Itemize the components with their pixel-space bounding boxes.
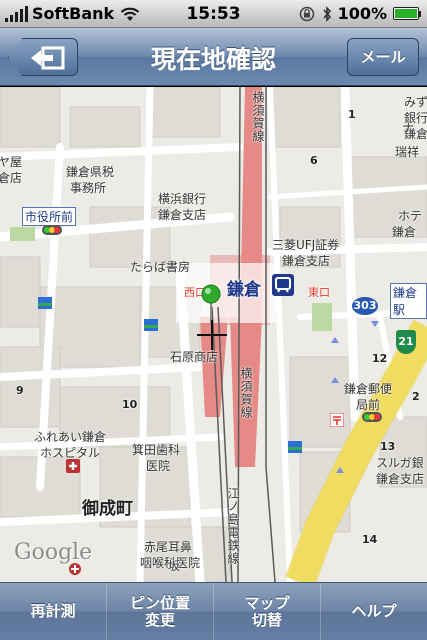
map-label: スルガ銀 bbox=[376, 456, 424, 470]
remeasure-button[interactable]: 再計測 bbox=[0, 583, 106, 640]
toolbar-label: 再計測 bbox=[30, 602, 76, 620]
map-label: たらば書房 bbox=[130, 260, 191, 274]
map-view[interactable]: ヤ屋 倉店 鎌倉県税 事務所 横浜銀行 鎌倉支店 三菱UFJ証券 鎌倉支店 たら… bbox=[0, 87, 427, 582]
block-number: 9 bbox=[16, 384, 24, 397]
jr-station-icon bbox=[272, 274, 294, 296]
convenience-store-icon bbox=[288, 441, 302, 453]
route-303-sign: 303 bbox=[352, 297, 378, 315]
map-label: 鎌倉支店 bbox=[158, 208, 207, 222]
help-button[interactable]: ヘルプ bbox=[320, 583, 427, 640]
rail-label-enoden: 江ノ島電鉄線 bbox=[226, 487, 240, 565]
map-label: ふれあい鎌倉 bbox=[34, 430, 107, 444]
battery-percent: 100% bbox=[337, 4, 387, 23]
east-exit-label: 東口 bbox=[308, 286, 330, 299]
block-number: 1 bbox=[348, 108, 356, 121]
map-label: 事務所 bbox=[70, 181, 107, 195]
map-label: みず bbox=[404, 95, 427, 109]
traffic-light-icon bbox=[362, 412, 382, 422]
map-label: 瑞祥 bbox=[395, 145, 420, 159]
map-label: 三菱UFJ証券 bbox=[272, 238, 340, 252]
mail-button[interactable]: メール bbox=[347, 38, 419, 76]
block-number: 2 bbox=[412, 390, 420, 403]
map-label: 石原商店 bbox=[170, 350, 219, 364]
toolbar-label: ヘルプ bbox=[351, 602, 397, 620]
battery-fill bbox=[395, 9, 417, 18]
rotation-lock-icon bbox=[299, 6, 314, 21]
toolbar-label: ピン位置 bbox=[129, 593, 190, 612]
route-21-sign: 21 bbox=[396, 330, 416, 354]
map-label: 局前 bbox=[356, 398, 381, 412]
map-label: 鎌倉県税 bbox=[66, 165, 115, 179]
block-number: 12 bbox=[372, 352, 388, 365]
map-label: 鎌倉支店 bbox=[376, 472, 425, 486]
map-label: 鎌倉 bbox=[392, 225, 417, 239]
map-label-onarimachi: 御成町 bbox=[82, 499, 133, 519]
switch-map-button[interactable]: マップ 切替 bbox=[213, 583, 320, 640]
hospital-icon bbox=[66, 459, 80, 473]
map-label-box: 鎌倉駅 bbox=[390, 283, 427, 319]
status-bar: SoftBank 15:53 100% bbox=[0, 0, 427, 28]
map-label: ナ bbox=[402, 121, 415, 135]
map-label: 箕田歯科 bbox=[132, 443, 181, 457]
block-number: 14 bbox=[362, 533, 378, 546]
navigation-bar: 現在地確認 メール bbox=[0, 28, 427, 86]
toolbar-label: マップ bbox=[244, 593, 290, 612]
map-label: 鎌倉郵便 bbox=[344, 382, 393, 396]
google-logo: Google bbox=[14, 540, 93, 565]
block-number: 13 bbox=[380, 440, 396, 453]
post-office-icon bbox=[330, 413, 344, 427]
bottom-toolbar: 再計測 ピン位置 変更 マップ 切替 ヘルプ bbox=[0, 582, 427, 640]
station-label: 鎌倉 bbox=[227, 280, 261, 300]
location-pin-icon[interactable] bbox=[200, 284, 222, 324]
rail-label-yokosuka-top: 横須賀線 bbox=[251, 91, 265, 143]
bluetooth-icon bbox=[322, 5, 331, 22]
map-label: 医院 bbox=[146, 459, 171, 473]
rail-label-yokosuka: 横須賀線 bbox=[239, 367, 253, 419]
map-label: 倉店 bbox=[0, 171, 23, 185]
block-number: 6 bbox=[310, 154, 318, 167]
convenience-store-icon bbox=[144, 319, 158, 331]
map-label: ヤ屋 bbox=[0, 155, 23, 169]
map-label: 鎌倉支店 bbox=[282, 254, 331, 268]
change-pin-button[interactable]: ピン位置 変更 bbox=[106, 583, 213, 640]
block-number: 10 bbox=[122, 398, 138, 411]
convenience-store-icon bbox=[38, 297, 52, 309]
toolbar-label: 切替 bbox=[251, 610, 282, 629]
traffic-light-icon bbox=[42, 225, 62, 235]
map-label: 赤尾耳鼻 bbox=[144, 540, 193, 554]
map-label: 横浜銀行 bbox=[158, 192, 207, 206]
crosshair-icon bbox=[197, 320, 227, 350]
map-label: ホテ bbox=[398, 209, 423, 223]
battery-icon bbox=[393, 7, 421, 20]
toolbar-label: 変更 bbox=[144, 610, 175, 629]
city-hall-label: 市役所前 bbox=[22, 207, 77, 226]
map-label: 坂 bbox=[168, 559, 181, 573]
